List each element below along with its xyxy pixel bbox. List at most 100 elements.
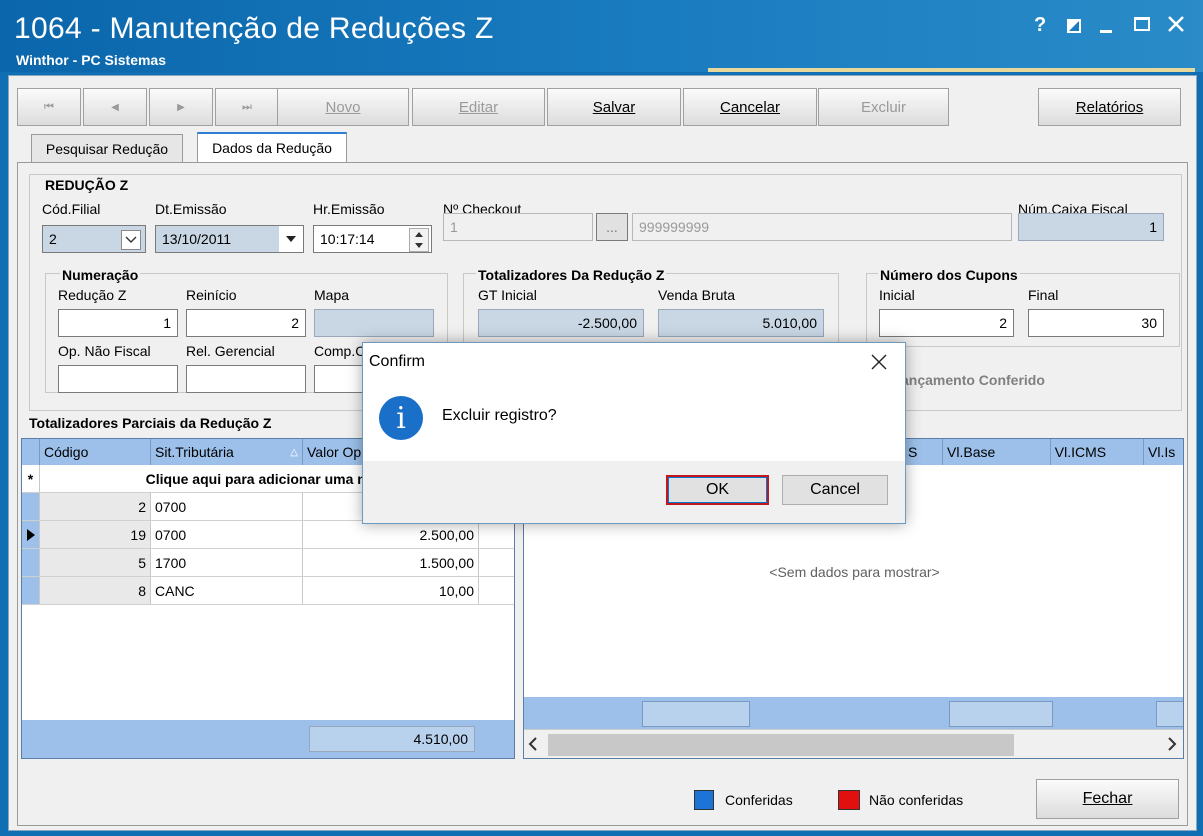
hr-emissao-label: Hr.Emissão — [313, 201, 385, 217]
cod-filial-select[interactable]: 2 — [42, 225, 146, 253]
checkout-field[interactable]: 1 — [443, 213, 593, 241]
parciais-title: Totalizadores Parciais da Redução Z — [29, 415, 272, 431]
window-subtitle: Winthor - PC Sistemas — [16, 52, 167, 68]
last-record-button[interactable]: ⏭ — [215, 88, 279, 126]
info-icon: i — [379, 396, 423, 440]
reinicio-label: Reinício — [186, 287, 237, 303]
col-vlicms-header[interactable]: Vl.ICMS — [1051, 439, 1145, 465]
table-row[interactable]: 8 CANC 10,00 — [22, 577, 514, 605]
col-vlis-header[interactable]: Vl.Is — [1144, 439, 1183, 465]
ok-button[interactable]: OK — [666, 475, 769, 505]
cupom-inicial-field[interactable]: 2 — [879, 309, 1014, 337]
salvar-button[interactable]: Salvar — [547, 88, 681, 126]
parciais-total: 4.510,00 — [309, 726, 475, 752]
reducao-z-field[interactable]: 1 — [58, 309, 178, 337]
tab-label: Dados da Redução — [212, 140, 332, 156]
conferidas-label: Conferidas — [725, 792, 793, 808]
cancel-button[interactable]: Cancel — [782, 475, 888, 505]
cell-codigo[interactable]: 19 — [40, 521, 151, 548]
rel-gerencial-field[interactable] — [186, 365, 306, 393]
ok-label: OK — [705, 481, 730, 498]
op-nao-fiscal-field[interactable] — [58, 365, 178, 393]
table-row[interactable]: 19 0700 2.500,00 — [22, 521, 514, 549]
restore-icon[interactable] — [1066, 18, 1082, 34]
venda-bruta-value: 5.010,00 — [762, 315, 818, 331]
fechar-button[interactable]: Fechar — [1036, 779, 1179, 819]
dialog-close-icon[interactable] — [868, 351, 890, 373]
hr-emissao-value: 10:17:14 — [320, 231, 375, 247]
tab-dados-reducao[interactable]: Dados da Redução — [197, 132, 347, 162]
totalizadores-title: Totalizadores Da Redução Z — [476, 267, 667, 283]
horizontal-scrollbar[interactable] — [524, 729, 1183, 758]
table-row[interactable]: 5 1700 1.500,00 — [22, 549, 514, 577]
cell-codigo[interactable]: 5 — [40, 549, 151, 576]
reducao-z-value: 1 — [163, 315, 171, 331]
nao-conferidas-label: Não conferidas — [869, 792, 964, 808]
relatorios-button[interactable]: Relatórios — [1038, 88, 1181, 126]
first-icon: ⏮ — [44, 100, 54, 113]
editar-button[interactable]: Editar — [412, 88, 545, 126]
reducao-group-title: REDUÇÃO Z — [45, 177, 129, 193]
first-record-button[interactable]: ⏮ — [17, 88, 81, 126]
novo-label: Novo — [325, 98, 361, 116]
cell-codigo[interactable]: 8 — [40, 577, 151, 604]
col-codigo-header[interactable]: Código — [40, 439, 151, 465]
cupom-inicial-value: 2 — [999, 315, 1007, 331]
cell-valor[interactable]: 10,00 — [303, 577, 479, 604]
cancelar-button[interactable]: Cancelar — [683, 88, 817, 126]
cell-valor[interactable]: 2.500,00 — [303, 521, 479, 548]
new-row-icon: * — [22, 465, 40, 492]
reinicio-field[interactable]: 2 — [186, 309, 306, 337]
relatorios-label: Relatórios — [1075, 98, 1144, 116]
cell-sit[interactable]: 1700 — [151, 549, 303, 576]
num-caixa-field[interactable]: 1 — [1018, 213, 1164, 241]
prev-record-button[interactable]: ◀ — [83, 88, 147, 126]
prev-icon: ◀ — [111, 101, 119, 113]
tab-pesquisar-reducao[interactable]: Pesquisar Redução — [31, 134, 183, 162]
close-icon[interactable] — [1166, 14, 1186, 34]
mapa-field[interactable] — [314, 309, 434, 337]
footer-cell — [1156, 701, 1183, 727]
scroll-thumb[interactable] — [548, 734, 1014, 756]
excluir-button[interactable]: Excluir — [818, 88, 949, 126]
date-dropdown-icon[interactable] — [279, 226, 303, 252]
col-sit-header[interactable]: Sit.Tributária △ — [151, 439, 303, 465]
minimize-icon[interactable] — [1100, 30, 1112, 33]
excluir-label: Excluir — [860, 98, 906, 116]
checkout-lookup-button[interactable]: ... — [596, 213, 628, 241]
gt-inicial-field[interactable]: -2.500,00 — [478, 309, 644, 337]
num-caixa-value: 1 — [1149, 219, 1157, 235]
gt-inicial-label: GT Inicial — [478, 287, 537, 303]
cell-valor[interactable]: 1.500,00 — [303, 549, 479, 576]
numeracao-title: Numeração — [60, 267, 141, 283]
venda-bruta-label: Venda Bruta — [658, 287, 736, 303]
dialog-title: Confirm — [369, 353, 426, 370]
next-icon: ▶ — [177, 101, 185, 113]
cupom-final-field[interactable]: 30 — [1028, 309, 1164, 337]
time-spinner-icon[interactable] — [409, 228, 429, 252]
lancamento-conferido-checkbox[interactable]: ançamento Conferido — [901, 372, 1045, 388]
chevron-down-icon[interactable] — [121, 230, 141, 250]
scroll-left-icon[interactable] — [528, 737, 538, 754]
scroll-right-icon[interactable] — [1167, 737, 1177, 754]
hr-emissao-field[interactable]: 10:17:14 — [313, 225, 432, 253]
dt-emissao-field[interactable]: 13/10/2011 — [155, 225, 304, 253]
cell-sit[interactable]: CANC — [151, 577, 303, 604]
novo-button[interactable]: Novo — [277, 88, 409, 126]
venda-bruta-field[interactable]: 5.010,00 — [658, 309, 824, 337]
col-vlbase-header[interactable]: Vl.Base — [943, 439, 1051, 465]
cell-codigo[interactable]: 2 — [40, 493, 151, 520]
title-stripe — [708, 68, 1195, 72]
next-record-button[interactable]: ▶ — [149, 88, 213, 126]
maximize-icon[interactable] — [1134, 17, 1150, 31]
parciais-footer: 4.510,00 — [22, 720, 514, 758]
cell-sit[interactable]: 0700 — [151, 521, 303, 548]
checkout-value: 1 — [450, 219, 458, 235]
cell-sit[interactable]: 0700 — [151, 493, 303, 520]
col-s-header[interactable]: S — [904, 439, 944, 465]
row-indicator — [22, 549, 40, 576]
dt-emissao-label: Dt.Emissão — [155, 201, 227, 217]
help-icon[interactable]: ? — [1034, 14, 1046, 37]
editar-label: Editar — [458, 98, 499, 116]
last-icon: ⏭ — [242, 100, 252, 113]
